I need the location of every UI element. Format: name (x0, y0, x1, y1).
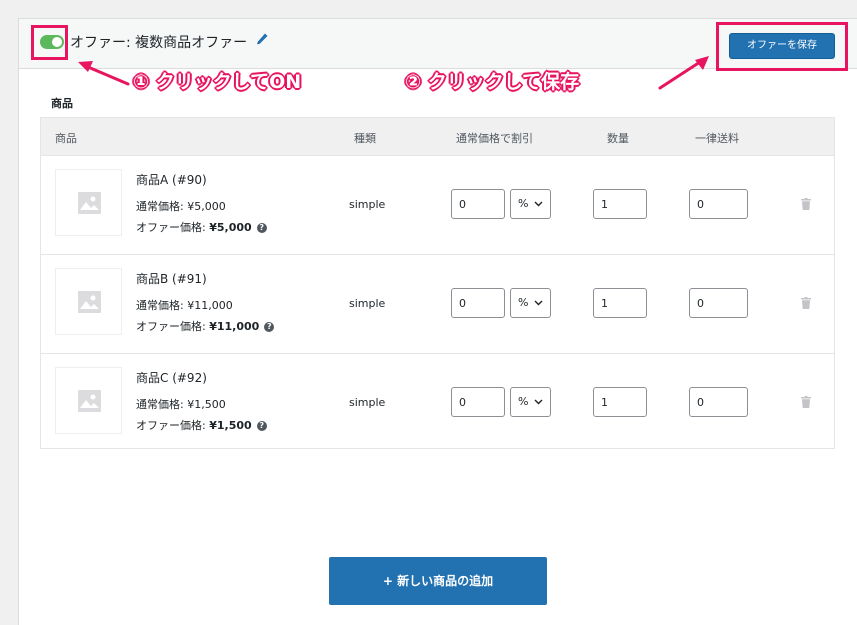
offer-price: オファー価格: ¥11,000? (136, 318, 275, 334)
help-icon[interactable]: ? (264, 322, 275, 332)
discount-input[interactable] (451, 288, 505, 318)
trash-icon[interactable] (801, 396, 811, 408)
products-table: 商品 種類 通常価格で割引 数量 一律送料 商品A (#90) 通常価格: ¥5… (40, 117, 835, 449)
regular-price: 通常価格: ¥11,000 (136, 299, 233, 312)
image-icon (78, 390, 101, 412)
offer-price-prefix: オファー価格: (136, 419, 210, 432)
product-type: simple (349, 198, 386, 211)
th-discount: 通常価格で割引 (456, 132, 533, 145)
offer-title: オファー: 複数商品オファー (70, 35, 248, 51)
product-name: 商品A (#90) (136, 173, 207, 187)
highlight-save-box (716, 22, 848, 71)
offer-price: オファー価格: ¥5,000? (136, 219, 267, 235)
product-name: 商品C (#92) (136, 371, 207, 385)
th-product: 商品 (55, 132, 77, 145)
image-icon (78, 291, 101, 313)
chevron-down-icon (534, 300, 543, 306)
discount-input[interactable] (451, 189, 505, 219)
discount-unit-select[interactable]: % (510, 288, 551, 318)
discount-unit-select[interactable]: % (510, 387, 551, 417)
discount-unit-select[interactable]: % (510, 189, 551, 219)
offer-price: オファー価格: ¥1,500? (136, 417, 267, 433)
annotation-step-1: ① クリックしてON (133, 71, 302, 93)
th-type: 種類 (354, 132, 376, 145)
annotation-step-2: ② クリックして保存 (405, 71, 580, 93)
add-product-button[interactable]: + 新しい商品の追加 (329, 557, 547, 605)
product-type: simple (349, 297, 386, 310)
product-type: simple (349, 396, 386, 409)
offer-price-prefix: オファー価格: (136, 221, 210, 234)
regular-price: 通常価格: ¥1,500 (136, 398, 226, 411)
product-name: 商品B (#91) (136, 272, 207, 286)
table-row: 商品A (#90) 通常価格: ¥5,000 オファー価格: ¥5,000? s… (41, 155, 834, 254)
regular-price: 通常価格: ¥5,000 (136, 200, 226, 213)
th-shipping: 一律送料 (695, 132, 739, 145)
shipping-input[interactable] (689, 189, 748, 219)
discount-input[interactable] (451, 387, 505, 417)
offer-price-value: ¥5,000 (209, 221, 252, 234)
pencil-icon[interactable] (255, 32, 269, 48)
product-thumbnail (55, 367, 122, 434)
discount-unit-value: % (518, 296, 529, 309)
chevron-down-icon (534, 399, 543, 405)
highlight-toggle-box (31, 25, 68, 60)
offer-price-value: ¥1,500 (209, 419, 252, 432)
table-row: 商品B (#91) 通常価格: ¥11,000 オファー価格: ¥11,000?… (41, 254, 834, 353)
shipping-input[interactable] (689, 288, 748, 318)
shipping-input[interactable] (689, 387, 748, 417)
product-thumbnail (55, 268, 122, 335)
section-label: 商品 (51, 97, 73, 110)
discount-unit-value: % (518, 197, 529, 210)
th-quantity: 数量 (607, 132, 629, 145)
help-icon[interactable]: ? (256, 223, 267, 233)
trash-icon[interactable] (801, 198, 811, 210)
table-row: 商品C (#92) 通常価格: ¥1,500 オファー価格: ¥1,500? s… (41, 353, 834, 452)
trash-icon[interactable] (801, 297, 811, 309)
help-icon[interactable]: ? (256, 421, 267, 431)
offer-price-value: ¥11,000 (209, 320, 260, 333)
table-header: 商品 種類 通常価格で割引 数量 一律送料 (41, 118, 834, 155)
quantity-input[interactable] (593, 288, 647, 318)
image-icon (78, 192, 101, 214)
chevron-down-icon (534, 201, 543, 207)
discount-unit-value: % (518, 395, 529, 408)
quantity-input[interactable] (593, 387, 647, 417)
offer-price-prefix: オファー価格: (136, 320, 210, 333)
quantity-input[interactable] (593, 189, 647, 219)
product-thumbnail (55, 169, 122, 236)
